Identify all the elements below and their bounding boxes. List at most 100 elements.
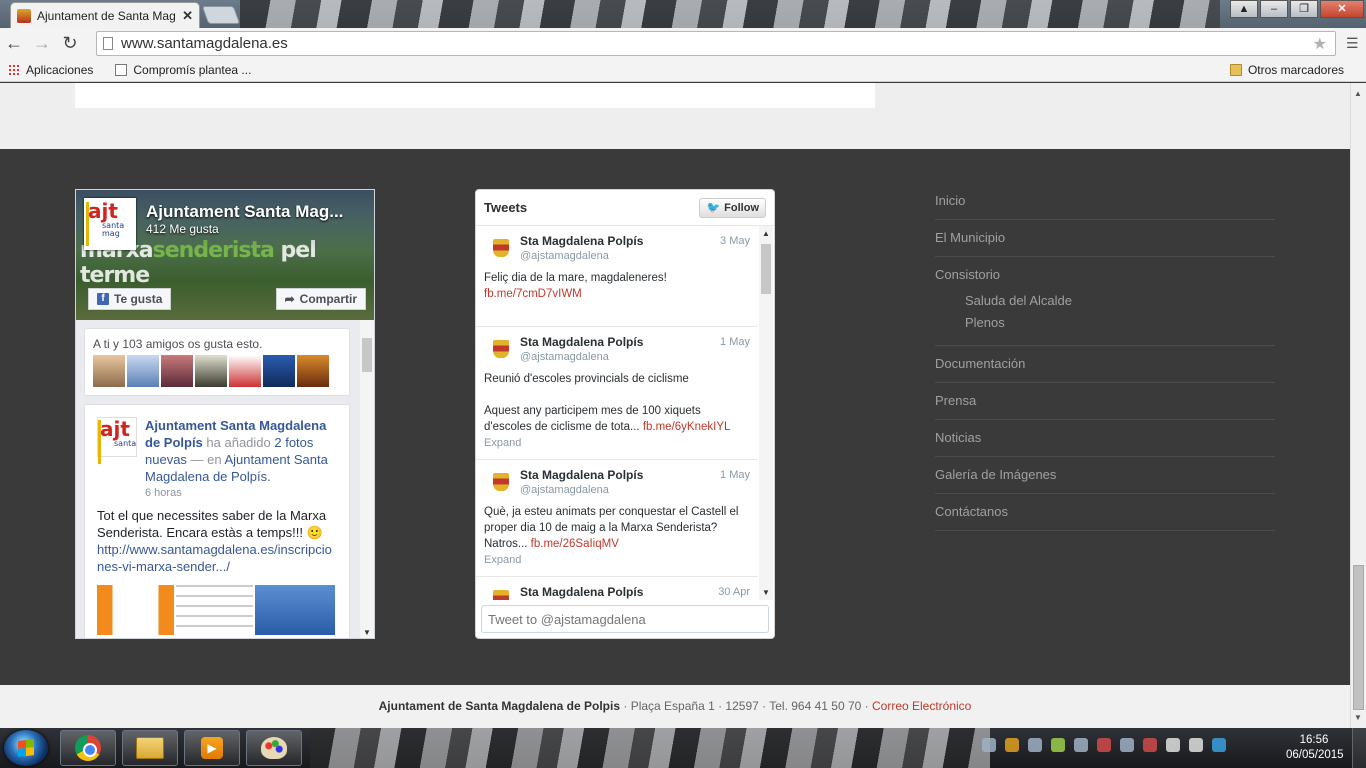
menu-icon[interactable]: ☰ (1346, 35, 1359, 52)
tray-icon[interactable] (982, 738, 996, 752)
scroll-up-icon[interactable]: ▲ (1354, 89, 1362, 98)
taskbar-explorer[interactable] (122, 730, 178, 766)
post-author-avatar[interactable]: ajt santa (97, 417, 137, 464)
show-desktop-button[interactable] (1352, 728, 1366, 768)
facebook-scrollbar[interactable]: ▼ (360, 320, 374, 638)
friend-avatar[interactable] (195, 355, 227, 387)
tweet-author-avatar[interactable] (488, 587, 514, 600)
nav-item-contactanos[interactable]: Contáctanos (935, 494, 1275, 531)
nav-item-consistorio[interactable]: Consistorio Saluda del Alcalde Plenos (935, 257, 1275, 346)
post-image[interactable] (97, 585, 174, 635)
tweet-expand[interactable]: Expand (484, 554, 750, 566)
nav-item-inicio[interactable]: Inicio (935, 183, 1275, 220)
facebook-share-button[interactable]: ➦ Compartir (275, 288, 366, 310)
forward-button[interactable]: → (28, 33, 56, 54)
tweet-link[interactable]: fb.me/7cmD7vIWM (484, 288, 582, 300)
tweet-item[interactable]: Sta Magdalena Polpís 30 Apr (476, 577, 758, 600)
nav-subitem-saluda[interactable]: Saluda del Alcalde (965, 290, 1275, 312)
tweet-date[interactable]: 1 May (720, 469, 750, 481)
facebook-cover[interactable]: marxasenderista pel terme ajt santa mag Aj… (76, 190, 374, 320)
nav-item-noticias[interactable]: Noticias (935, 420, 1275, 457)
scroll-up-icon[interactable]: ▲ (762, 229, 770, 238)
tweet-handle[interactable]: @ajstamagdalena (520, 351, 750, 363)
friend-avatar[interactable] (229, 355, 261, 387)
twitter-scrollbar[interactable]: ▲ ▼ (759, 226, 773, 600)
other-bookmarks[interactable]: Otros marcadores (1229, 63, 1344, 77)
bookmark-apps[interactable]: Aplicaciones (8, 63, 93, 77)
nav-item-galeria[interactable]: Galería de Imágenes (935, 457, 1275, 494)
new-tab-button[interactable] (201, 6, 241, 24)
bookmark-star-icon[interactable]: ★ (1313, 34, 1327, 54)
facebook-like-button[interactable]: f Te gusta (88, 288, 172, 310)
minimize-button[interactable]: – (1260, 0, 1288, 18)
taskbar-chrome[interactable] (60, 730, 116, 766)
tweet-expand[interactable]: Expand (484, 437, 750, 449)
user-icon[interactable]: ▲ (1230, 0, 1258, 18)
post-image[interactable] (254, 585, 335, 635)
tweet-handle[interactable]: @ajstamagdalena (520, 250, 750, 262)
tray-icon[interactable] (1028, 738, 1042, 752)
friend-avatar[interactable] (297, 355, 329, 387)
tray-icon[interactable] (1074, 738, 1088, 752)
tweet-date[interactable]: 30 Apr (718, 586, 750, 598)
tweets-title[interactable]: Tweets (484, 200, 699, 215)
tweet-handle[interactable]: @ajstamagdalena (520, 484, 750, 496)
volume-icon[interactable] (1189, 738, 1203, 752)
tweet-author-name[interactable]: Sta Magdalena Polpís (520, 468, 750, 482)
close-window-button[interactable]: ✕ (1320, 0, 1364, 18)
friend-avatar[interactable] (263, 355, 295, 387)
tweet-date[interactable]: 3 May (720, 235, 750, 247)
nav-item-documentacion[interactable]: Documentación (935, 346, 1275, 383)
tray-icon[interactable] (1120, 738, 1134, 752)
reload-button[interactable]: ↻ (56, 33, 84, 54)
friend-avatar[interactable] (93, 355, 125, 387)
tweet-item[interactable]: Sta Magdalena Polpís @ajstamagdalena 1 M… (476, 327, 758, 460)
url-text[interactable]: www.santamagdalena.es (121, 35, 1313, 52)
friend-avatar[interactable] (127, 355, 159, 387)
scroll-down-icon[interactable]: ▼ (363, 628, 371, 637)
tab-close-icon[interactable]: ✕ (182, 8, 193, 24)
facebook-page-name[interactable]: Ajuntament Santa Mag... (146, 202, 343, 222)
tweet-author-avatar[interactable] (488, 337, 514, 363)
tweet-date[interactable]: 1 May (720, 336, 750, 348)
follow-button[interactable]: 🐦 Follow (699, 197, 766, 218)
tweet-author-avatar[interactable] (488, 236, 514, 262)
tweet-author-name[interactable]: Sta Magdalena Polpís (520, 335, 750, 349)
tweet-item[interactable]: Sta Magdalena Polpís @ajstamagdalena 1 M… (476, 460, 758, 577)
scrollbar-thumb[interactable] (1353, 565, 1364, 710)
scroll-down-icon[interactable]: ▼ (1354, 713, 1362, 722)
post-time[interactable]: 6 horas (145, 485, 345, 502)
footer-email-link[interactable]: Correo Electrónico (872, 699, 971, 713)
tweet-link[interactable]: fb.me/26SaIiqMV (531, 538, 619, 550)
bookmark-compromis[interactable]: Compromís plantea ... (115, 63, 251, 77)
nav-item-el-municipio[interactable]: El Municipio (935, 220, 1275, 257)
tweet-link[interactable]: fb.me/6yKnekIYL (643, 421, 731, 433)
browser-tab[interactable]: Ajuntament de Santa Mag ✕ (10, 2, 200, 28)
tweet-author-name[interactable]: Sta Magdalena Polpís (520, 585, 750, 599)
friend-avatar[interactable] (161, 355, 193, 387)
tweet-compose-input[interactable] (481, 605, 769, 633)
address-bar[interactable]: www.santamagdalena.es ★ (96, 31, 1336, 56)
tray-icon[interactable] (1212, 738, 1226, 752)
maximize-button[interactable]: ❐ (1290, 0, 1318, 18)
tray-icon[interactable] (1143, 738, 1157, 752)
start-button[interactable] (4, 730, 48, 766)
page-logo[interactable]: ajt santa mag (84, 198, 136, 250)
scroll-down-icon[interactable]: ▼ (762, 588, 770, 597)
network-icon[interactable] (1166, 738, 1180, 752)
tray-icon[interactable] (1097, 738, 1111, 752)
nav-subitem-plenos[interactable]: Plenos (965, 312, 1275, 334)
post-image[interactable] (175, 585, 253, 635)
tray-icon[interactable] (1051, 738, 1065, 752)
taskbar-paint[interactable] (246, 730, 302, 766)
tweet-author-name[interactable]: Sta Magdalena Polpís (520, 234, 750, 248)
taskbar-media-player[interactable]: ▶ (184, 730, 240, 766)
tweet-item[interactable]: Sta Magdalena Polpís @ajstamagdalena 3 M… (476, 226, 758, 327)
back-button[interactable]: ← (0, 33, 28, 54)
tray-icon[interactable] (1005, 738, 1019, 752)
system-clock[interactable]: 16:56 06/05/2015 (1286, 733, 1344, 763)
post-link[interactable]: http://www.santamagdalena.es/inscripcion… (97, 542, 332, 574)
tweet-author-avatar[interactable] (488, 470, 514, 496)
nav-item-prensa[interactable]: Prensa (935, 383, 1275, 420)
page-scrollbar[interactable]: ▲ ▼ (1350, 83, 1366, 728)
